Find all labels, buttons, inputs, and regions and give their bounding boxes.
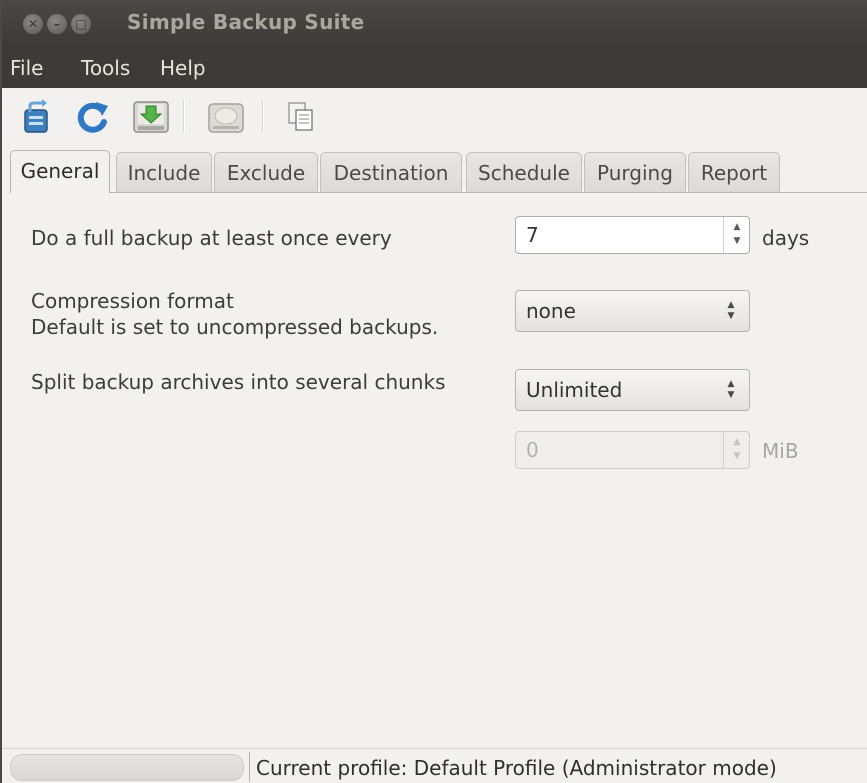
dropdown-arrows: ▲ ▼	[725, 378, 737, 402]
tab-bar: General Include Exclude Destination Sche…	[10, 150, 867, 194]
compression-sublabel: Default is set to uncompressed backups.	[31, 315, 439, 339]
save-icon	[133, 101, 169, 133]
status-text: Current profile: Default Profile (Admini…	[256, 756, 777, 780]
toolbar-separator	[183, 100, 185, 132]
chunk-size-value: 0	[526, 438, 539, 462]
spin-up-icon: ▲	[733, 222, 741, 232]
menu-tools[interactable]: Tools	[81, 56, 130, 80]
copy-button[interactable]	[282, 98, 320, 136]
backup-now-button[interactable]	[132, 98, 170, 136]
chevron-up-icon: ▲	[727, 300, 735, 310]
minimize-window-button[interactable]: –	[47, 14, 67, 34]
close-window-button[interactable]: ✕	[23, 14, 43, 34]
compression-format-dropdown[interactable]: none ▲ ▼	[515, 290, 750, 332]
toolbar	[2, 88, 867, 146]
menu-file[interactable]: File	[10, 56, 43, 80]
tab-purging[interactable]: Purging	[584, 152, 686, 192]
minimize-icon: –	[54, 17, 60, 31]
full-backup-interval-value: 7	[526, 223, 539, 247]
tab-include[interactable]: Include	[116, 152, 212, 192]
title-bar: ✕ – □ Simple Backup Suite	[2, 0, 867, 48]
new-profile-button[interactable]	[16, 98, 54, 136]
spin-down-icon: ▼	[733, 236, 741, 246]
full-backup-interval-spinner[interactable]: 7 ▲ ▼	[515, 216, 750, 254]
menu-bar: File Tools Help	[2, 48, 867, 88]
full-backup-unit: days	[762, 226, 810, 250]
main-window: ✕ – □ Simple Backup Suite File Tools Hel…	[0, 0, 867, 783]
split-archives-label: Split backup archives into several chunk…	[31, 370, 446, 394]
chunk-size-unit: MiB	[762, 439, 799, 463]
spinner-arrows: ▲ ▼	[723, 432, 749, 468]
spin-down-icon: ▼	[733, 451, 741, 461]
progress-bar	[10, 754, 244, 781]
compression-label: Compression format	[31, 289, 234, 313]
spinner-arrows[interactable]: ▲ ▼	[723, 217, 749, 253]
split-size-value: Unlimited	[526, 378, 623, 402]
split-size-dropdown[interactable]: Unlimited ▲ ▼	[515, 369, 750, 411]
tab-destination[interactable]: Destination	[320, 152, 462, 192]
full-backup-label: Do a full backup at least once every	[31, 226, 392, 250]
dropdown-arrows: ▲ ▼	[725, 299, 737, 323]
spin-up-icon: ▲	[733, 437, 741, 447]
content-divider	[2, 748, 867, 749]
chevron-down-icon: ▼	[727, 390, 735, 400]
status-bar: Current profile: Default Profile (Admini…	[2, 750, 867, 783]
close-icon: ✕	[27, 17, 39, 31]
refresh-icon	[77, 102, 108, 133]
compression-format-value: none	[526, 299, 576, 323]
status-separator	[249, 752, 250, 782]
refresh-button[interactable]	[74, 98, 112, 136]
chevron-down-icon: ▼	[727, 311, 735, 321]
chunk-size-spinner: 0 ▲ ▼	[515, 431, 750, 469]
restore-button[interactable]	[207, 98, 245, 136]
toolbar-separator	[262, 100, 264, 132]
tab-report[interactable]: Report	[688, 152, 780, 192]
new-profile-icon	[24, 99, 48, 133]
maximize-window-button[interactable]: □	[71, 14, 91, 34]
maximize-icon: □	[75, 17, 87, 31]
backup-drive-icon	[208, 103, 244, 133]
tab-exclude[interactable]: Exclude	[214, 152, 318, 192]
tab-general[interactable]: General	[10, 150, 110, 193]
chevron-up-icon: ▲	[727, 379, 735, 389]
tab-schedule[interactable]: Schedule	[466, 152, 582, 192]
menu-help[interactable]: Help	[160, 56, 206, 80]
copy-icon	[288, 102, 313, 131]
window-title: Simple Backup Suite	[127, 10, 365, 34]
